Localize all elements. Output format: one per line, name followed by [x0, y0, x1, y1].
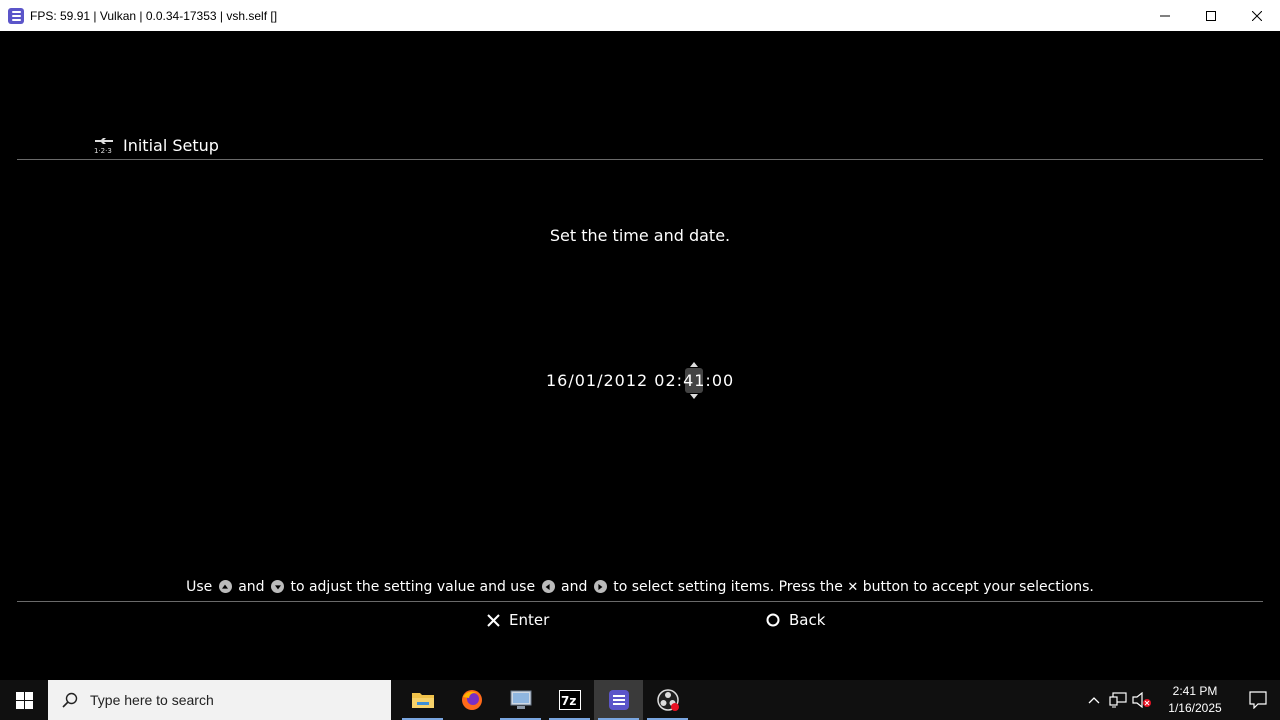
- tools-123-icon: 1·2·3: [94, 138, 113, 155]
- instr-text: and: [561, 579, 588, 595]
- show-hidden-icons-button[interactable]: [1082, 680, 1106, 720]
- cross-icon: [487, 613, 500, 627]
- window-controls: [1142, 0, 1280, 31]
- instr-text: button to accept your selections.: [862, 579, 1094, 595]
- datetime-date: 16/01/2012 02:: [546, 371, 684, 390]
- instr-text: Use: [186, 579, 213, 595]
- search-placeholder: Type here to search: [90, 692, 214, 708]
- page-title: Initial Setup: [123, 135, 219, 155]
- system-tray: 2:41 PM 1/16/2025: [1082, 680, 1280, 720]
- clock-date: 1/16/2025: [1168, 701, 1222, 715]
- arrow-up-icon: [690, 362, 699, 367]
- speaker-muted-icon: [1132, 692, 1151, 708]
- instr-text: to select setting items. Press the: [613, 579, 843, 595]
- clock-time: 2:41 PM: [1172, 684, 1218, 698]
- taskbar-clock[interactable]: 2:41 PM 1/16/2025: [1160, 683, 1230, 717]
- dpad-left-icon: [541, 580, 555, 593]
- instr-text: to adjust the setting value and use: [290, 579, 536, 595]
- taskbar-apps: 7z: [398, 680, 692, 720]
- divider: [17, 601, 1263, 602]
- dpad-right-icon: [593, 580, 607, 593]
- chevron-up-icon: [1088, 697, 1100, 704]
- divider: [17, 159, 1263, 160]
- dpad-down-icon: [271, 580, 284, 593]
- datetime-seconds: :00: [705, 371, 735, 390]
- circle-icon: [766, 613, 780, 627]
- notification-center-button[interactable]: [1236, 680, 1280, 720]
- enter-label: Enter: [509, 611, 550, 629]
- window-titlebar: FPS: 59.91 | Vulkan | 0.0.34-17353 | vsh…: [0, 0, 1280, 31]
- minute-value: 41: [683, 371, 706, 390]
- windows-logo-icon: [15, 691, 33, 709]
- obs-icon: [656, 689, 679, 711]
- taskbar-search[interactable]: Type here to search: [48, 680, 391, 720]
- start-button[interactable]: [0, 680, 48, 720]
- cross-button-icon: ✕: [847, 580, 859, 595]
- firefox-icon: [461, 690, 482, 710]
- svg-text:7z: 7z: [561, 694, 576, 708]
- minimize-button[interactable]: [1142, 0, 1188, 31]
- notification-icon: [1249, 691, 1267, 709]
- window-title: FPS: 59.91 | Vulkan | 0.0.34-17353 | vsh…: [30, 8, 278, 23]
- volume-button[interactable]: [1130, 680, 1154, 720]
- svg-text:1·2·3: 1·2·3: [94, 147, 112, 155]
- back-label: Back: [789, 611, 826, 629]
- rpcs3-icon: [608, 690, 629, 710]
- setup-header: 1·2·3 Initial Setup: [93, 135, 219, 156]
- close-icon: [1252, 10, 1262, 21]
- control-instructions: Use and to adjust the setting value and …: [0, 579, 1280, 595]
- back-button[interactable]: Back: [766, 611, 825, 629]
- setup-prompt: Set the time and date.: [549, 226, 731, 245]
- taskbar-app-7zip[interactable]: 7z: [545, 680, 594, 720]
- minimize-icon: [1160, 15, 1170, 16]
- taskbar-app-firefox[interactable]: [447, 680, 496, 720]
- rpcs3-icon: [8, 7, 24, 24]
- taskbar-app-file-explorer[interactable]: [398, 680, 447, 720]
- maximize-icon: [1206, 10, 1216, 21]
- emulator-screen: 1·2·3 Initial Setup Set the time and dat…: [0, 31, 1280, 680]
- remote-desktop-icon: [510, 690, 531, 709]
- datetime-field[interactable]: 16/01/2012 02: 41:00: [546, 362, 735, 399]
- 7zip-icon: 7z: [558, 690, 581, 710]
- dpad-up-icon: [218, 580, 232, 593]
- search-icon: [62, 692, 78, 708]
- file-explorer-icon: [411, 693, 434, 708]
- network-icon: [1109, 692, 1127, 708]
- taskbar-app-rpcs3[interactable]: [594, 680, 643, 720]
- taskbar-app-remote-desktop[interactable]: [496, 680, 545, 720]
- taskbar-app-obs[interactable]: [643, 680, 692, 720]
- instr-text: and: [238, 579, 265, 595]
- close-button[interactable]: [1234, 0, 1280, 31]
- enter-button[interactable]: Enter: [487, 611, 549, 629]
- maximize-button[interactable]: [1188, 0, 1234, 31]
- taskbar: Type here to search 7z 2:41 PM 1/16/2025: [0, 680, 1280, 720]
- minute-selector[interactable]: 41: [683, 362, 706, 399]
- network-button[interactable]: [1106, 680, 1130, 720]
- arrow-down-icon: [690, 394, 699, 399]
